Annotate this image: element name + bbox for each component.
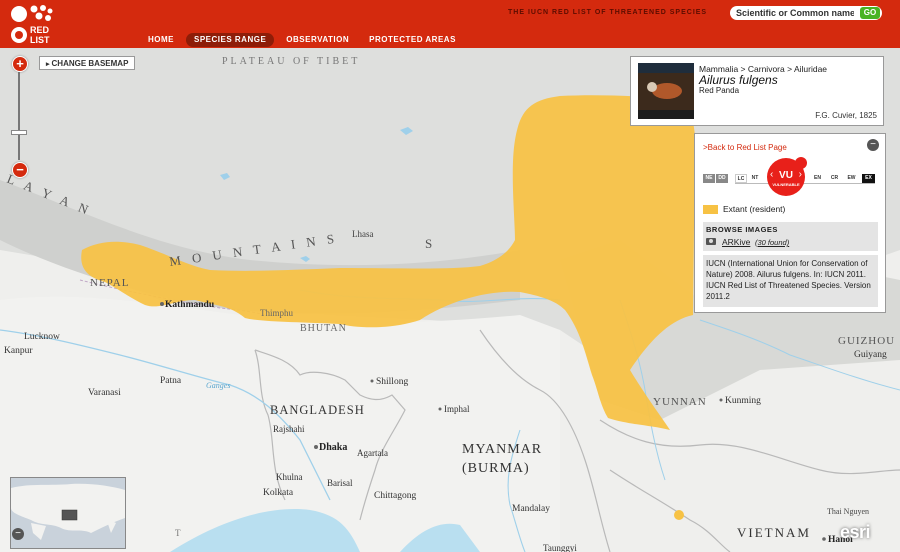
change-basemap-label: CHANGE BASEMAP	[51, 59, 129, 68]
red-list-logo[interactable]: RED LIST	[10, 3, 60, 45]
city-dot-hanoi	[822, 537, 826, 541]
city-dot-kunming	[719, 398, 723, 402]
category-name: VULNERABLE	[772, 182, 800, 187]
label-chittagong: Chittagong	[374, 491, 416, 501]
site-tagline: THE IUCN RED LIST OF THREATENED SPECIES	[508, 9, 708, 16]
info-panel: >Back to Red List Page − NE DD LC NT EN …	[694, 133, 886, 313]
label-ganges: Ganges	[206, 381, 230, 390]
svg-text:RED: RED	[30, 25, 50, 35]
label-barisal: Barisal	[327, 478, 353, 488]
label-lhasa: Lhasa	[352, 229, 374, 239]
label-varanasi: Varanasi	[88, 388, 121, 398]
category-en: EN	[811, 174, 824, 183]
category-vu-badge: ‹ VU › VULNERABLE	[767, 157, 807, 196]
collapse-panel-button[interactable]: −	[867, 139, 879, 151]
range-extant-resident-patch[interactable]	[674, 510, 684, 520]
label-nepal: NEPAL	[90, 277, 129, 289]
city-dot-shillong	[370, 379, 374, 383]
arkive-link[interactable]: ARKive	[722, 237, 750, 247]
species-card: Mammalia > Carnivora > Ailuridae Ailurus…	[630, 56, 884, 126]
category-lc: LC	[735, 174, 747, 183]
label-imphal: Imphal	[444, 404, 470, 414]
label-rajshahi: Rajshahi	[273, 424, 305, 434]
category-dd: DD	[716, 174, 728, 183]
main-nav: HOME SPECIES RANGE OBSERVATION PROTECTED AR…	[140, 29, 468, 47]
label-bangladesh: BANGLADESH	[270, 403, 365, 417]
label-vietnam: VIETNAM	[737, 525, 811, 540]
label-thimphu: Thimphu	[260, 308, 293, 318]
back-to-red-list-link[interactable]: >Back to Red List Page	[703, 143, 787, 152]
label-plateau: PLATEAU OF TIBET	[222, 56, 360, 67]
city-dot-kathmandu	[160, 302, 164, 306]
overview-map-graphic	[11, 478, 125, 548]
browse-images-title: BROWSE IMAGES	[706, 225, 778, 234]
legend-label-extant: Extant (resident)	[723, 204, 786, 214]
label-thai-nguyen: Thai Nguyen	[827, 507, 869, 516]
nav-species-range[interactable]: SPECIES RANGE	[186, 33, 275, 47]
zoom-out-button[interactable]: −	[12, 162, 28, 178]
label-kanpur: Kanpur	[4, 346, 33, 356]
site-header: RED LIST THE IUCN RED LIST OF THREATENED…	[0, 0, 900, 48]
legend-swatch-extant	[703, 205, 718, 214]
scientific-name: Ailurus fulgens	[699, 73, 778, 87]
category-scale-line	[735, 183, 875, 184]
label-guiyang: Guiyang	[854, 350, 887, 360]
category-ne: NE	[703, 174, 715, 183]
camera-icon	[706, 238, 716, 245]
search-input[interactable]	[736, 6, 854, 20]
common-name: Red Panda	[699, 86, 740, 95]
category-cr: CR	[828, 174, 841, 183]
taxon-authority: F.G. Cuvier, 1825	[815, 111, 877, 120]
category-nt: NT	[749, 174, 761, 183]
label-shillong: Shillong	[376, 377, 408, 387]
category-ew: EW	[845, 174, 858, 183]
zoom-slider-tick[interactable]	[11, 130, 27, 135]
search-box: GO	[730, 6, 882, 20]
label-dhaka: Dhaka	[319, 442, 347, 453]
label-s-letter: S	[425, 236, 432, 251]
label-yunnan: YUNNAN	[653, 396, 707, 408]
label-bhutan: BHUTAN	[300, 323, 347, 334]
label-kathmandu: Kathmandu	[165, 300, 215, 310]
zoom-slider-track[interactable]	[18, 72, 20, 160]
label-myanmar: MYANMAR	[462, 442, 542, 457]
change-basemap-button[interactable]: ▸ CHANGE BASEMAP	[39, 56, 135, 70]
zoom-in-button[interactable]: +	[12, 56, 28, 72]
label-kolkata: Kolkata	[263, 488, 294, 498]
label-kunming: Kunming	[725, 396, 761, 406]
nav-home[interactable]: HOME	[140, 33, 182, 47]
label-khulna: Khulna	[276, 472, 303, 482]
nav-observation[interactable]: OBSERVATION	[278, 33, 357, 47]
chevron-right-icon: ›	[798, 169, 802, 180]
label-patna: Patna	[160, 376, 182, 386]
label-taunggyi: Taunggyi	[543, 543, 577, 552]
label-agartala: Agartala	[357, 448, 388, 458]
esri-logo: esri	[840, 522, 871, 542]
overview-collapse-button[interactable]: −	[12, 528, 24, 540]
label-lucknow: Lucknow	[24, 332, 60, 342]
category-ex: EX	[862, 174, 875, 183]
svg-text:LIST: LIST	[30, 35, 50, 45]
expand-arrow-icon: ▸	[46, 61, 50, 68]
label-mandalay: Mandalay	[512, 504, 550, 514]
city-dot-dhaka	[314, 445, 318, 449]
search-go-button[interactable]: GO	[860, 7, 880, 19]
arkive-count[interactable]: (30 found)	[755, 238, 789, 247]
city-dot-imphal	[438, 407, 442, 411]
label-guizhou: GUIZHOU	[838, 335, 895, 347]
browse-images-box: BROWSE IMAGES ARKive (30 found)	[703, 222, 878, 251]
citation-text: IUCN (International Union for Conservati…	[703, 255, 878, 307]
nav-protected-areas[interactable]: PROTECTED AREAS	[361, 33, 464, 47]
overview-map[interactable]	[10, 477, 126, 549]
species-photo[interactable]	[638, 63, 694, 119]
red-list-mini-icon	[795, 157, 807, 169]
label-burma: (BURMA)	[462, 461, 530, 476]
label-t-letter: T	[175, 528, 181, 538]
